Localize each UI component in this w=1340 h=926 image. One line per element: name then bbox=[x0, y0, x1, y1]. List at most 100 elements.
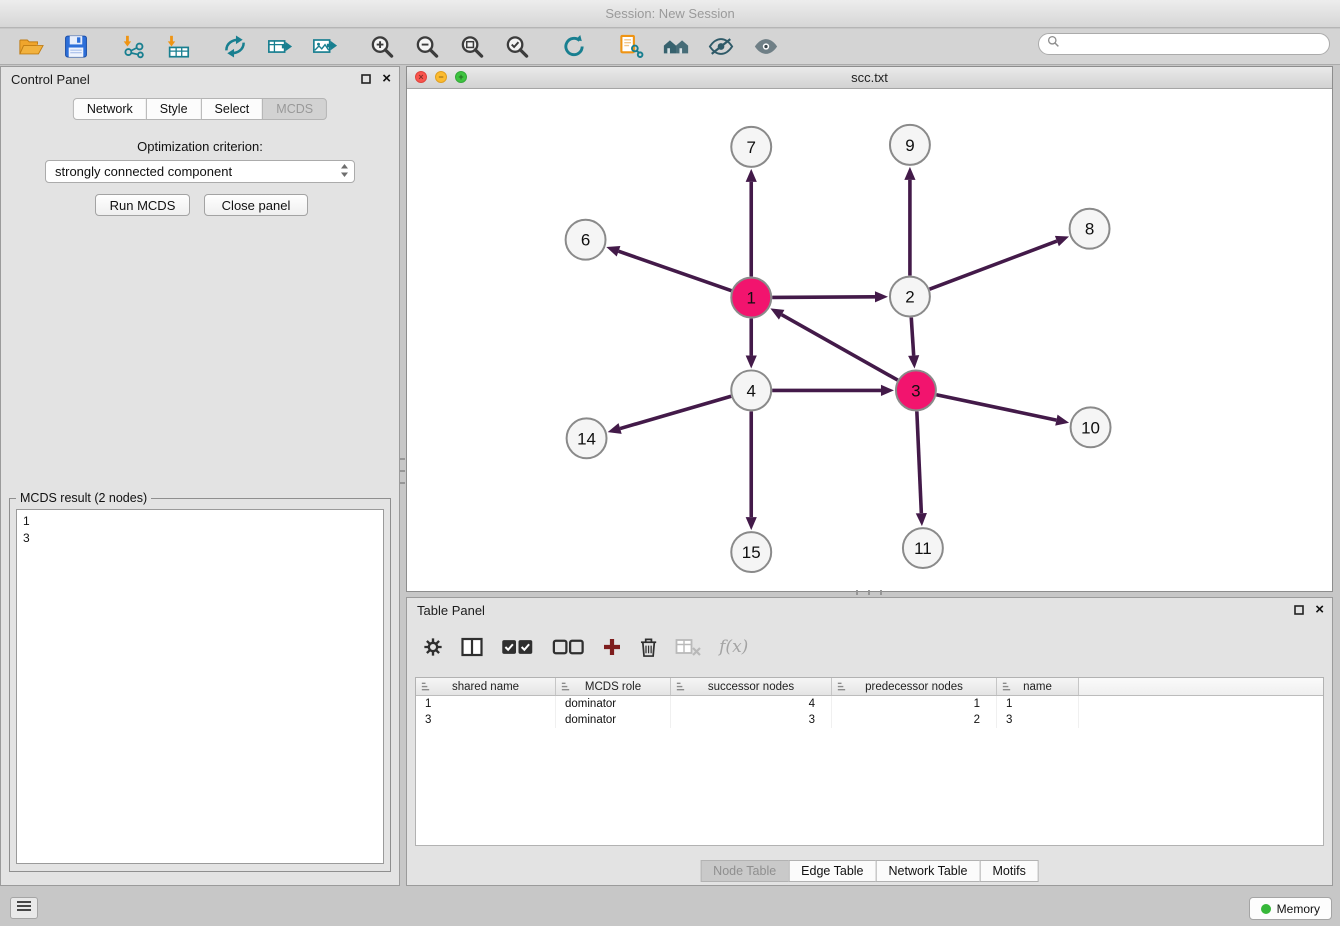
tab-network-table[interactable]: Network Table bbox=[876, 860, 981, 882]
window-titlebar: Session: New Session bbox=[0, 0, 1340, 28]
window-minimize-icon[interactable]: − bbox=[435, 71, 447, 83]
tab-mcds[interactable]: MCDS bbox=[262, 98, 327, 120]
edge-arrow-3-11 bbox=[916, 513, 927, 526]
control-panel-close-icon[interactable]: × bbox=[382, 72, 391, 85]
memory-status-dot bbox=[1261, 904, 1271, 914]
edge-arrow-4-14 bbox=[608, 423, 622, 434]
search-input[interactable] bbox=[1065, 37, 1321, 51]
edge-1-2[interactable] bbox=[772, 297, 875, 298]
tab-style[interactable]: Style bbox=[146, 98, 202, 120]
table-row[interactable]: 3dominator323 bbox=[416, 712, 1323, 728]
memory-button[interactable]: Memory bbox=[1249, 897, 1332, 920]
zoom-in-icon[interactable] bbox=[368, 33, 395, 60]
trash-icon[interactable] bbox=[640, 637, 657, 657]
horizontal-divider-handle[interactable] bbox=[856, 590, 882, 595]
mcds-result-list[interactable]: 13 bbox=[16, 509, 384, 864]
eye-icon[interactable] bbox=[752, 33, 779, 60]
edge-arrow-2-3 bbox=[908, 355, 919, 368]
edge-4-14[interactable] bbox=[620, 396, 731, 428]
control-panel-title: Control Panel bbox=[11, 72, 90, 87]
column-header-shared-name[interactable]: shared name bbox=[416, 678, 556, 695]
tab-node-table[interactable]: Node Table bbox=[700, 860, 789, 882]
sort-icon bbox=[560, 681, 571, 692]
node-label-11: 11 bbox=[914, 539, 932, 558]
network-window-titlebar[interactable]: ×−+ scc.txt bbox=[407, 67, 1332, 89]
tab-network[interactable]: Network bbox=[73, 98, 147, 120]
window-close-icon[interactable]: × bbox=[415, 71, 427, 83]
column-header-MCDS-role[interactable]: MCDS role bbox=[556, 678, 671, 695]
column-header-predecessor-nodes[interactable]: predecessor nodes bbox=[832, 678, 997, 695]
gear-icon[interactable] bbox=[423, 637, 443, 657]
edge-3-1[interactable] bbox=[782, 315, 898, 380]
traffic-lights: ×−+ bbox=[415, 71, 467, 83]
network-canvas[interactable]: 1234678910111415 bbox=[407, 89, 1332, 591]
refresh-icon[interactable] bbox=[560, 33, 587, 60]
application-window: Session: New Session Control Panel × Net… bbox=[0, 0, 1340, 926]
edge-1-6[interactable] bbox=[619, 251, 732, 290]
node-label-4: 4 bbox=[747, 381, 756, 400]
window-zoom-icon[interactable]: + bbox=[455, 71, 467, 83]
edge-arrow-2-8 bbox=[1055, 236, 1069, 246]
edge-3-10[interactable] bbox=[936, 395, 1056, 420]
network-view-window: ×−+ scc.txt 1234678910111415 bbox=[406, 66, 1333, 592]
node-label-6: 6 bbox=[581, 231, 590, 250]
column-header-label: name bbox=[1023, 681, 1052, 693]
show-panels-button[interactable] bbox=[10, 897, 38, 919]
float-panel-icon[interactable] bbox=[361, 74, 371, 84]
table-cell: 1 bbox=[832, 696, 997, 712]
edge-2-8[interactable] bbox=[930, 241, 1057, 289]
table-cell: dominator bbox=[556, 712, 671, 728]
table-row[interactable]: 1dominator411 bbox=[416, 696, 1323, 712]
columns-icon[interactable] bbox=[461, 637, 483, 657]
zoom-selected-icon[interactable] bbox=[503, 33, 530, 60]
network-window-title: scc.txt bbox=[407, 67, 1332, 88]
result-line: 1 bbox=[23, 513, 377, 530]
edge-arrow-1-6 bbox=[606, 246, 620, 257]
column-header-name[interactable]: name bbox=[997, 678, 1079, 695]
toolbar-group bbox=[359, 33, 539, 60]
memory-button-label: Memory bbox=[1277, 902, 1320, 916]
edge-arrow-4-3 bbox=[881, 385, 894, 396]
window-title: Session: New Session bbox=[605, 6, 734, 21]
save-session-icon[interactable] bbox=[62, 33, 89, 60]
tab-select[interactable]: Select bbox=[201, 98, 264, 120]
export-table-icon[interactable] bbox=[266, 33, 293, 60]
import-table-icon[interactable] bbox=[164, 33, 191, 60]
home-icon[interactable] bbox=[662, 33, 689, 60]
node-label-9: 9 bbox=[905, 136, 914, 155]
toolbar-group bbox=[110, 33, 200, 60]
delete-column-icon bbox=[675, 637, 701, 657]
vertical-divider-handle[interactable] bbox=[400, 458, 405, 484]
control-panel-window-buttons: × bbox=[361, 72, 391, 85]
close-panel-button[interactable]: Close panel bbox=[204, 194, 308, 216]
sort-icon bbox=[836, 681, 847, 692]
edge-3-11[interactable] bbox=[917, 411, 922, 513]
zoom-fit-icon[interactable] bbox=[458, 33, 485, 60]
add-icon[interactable] bbox=[602, 637, 622, 657]
column-header-successor-nodes[interactable]: successor nodes bbox=[671, 678, 832, 695]
list-icon bbox=[16, 899, 32, 917]
node-label-14: 14 bbox=[577, 429, 596, 448]
select-all-icon[interactable] bbox=[501, 637, 534, 657]
edge-arrow-1-4 bbox=[746, 355, 757, 368]
import-network-icon[interactable] bbox=[119, 33, 146, 60]
hide-icon[interactable] bbox=[707, 33, 734, 60]
export-image-icon[interactable] bbox=[311, 33, 338, 60]
criterion-dropdown[interactable]: strongly connected component bbox=[45, 160, 355, 183]
export-network-icon[interactable] bbox=[221, 33, 248, 60]
zoom-out-icon[interactable] bbox=[413, 33, 440, 60]
edge-2-3[interactable] bbox=[911, 318, 913, 356]
unselect-all-icon[interactable] bbox=[552, 637, 585, 657]
tab-motifs[interactable]: Motifs bbox=[979, 860, 1038, 882]
search-box[interactable] bbox=[1038, 33, 1330, 55]
table-panel-close-icon[interactable]: × bbox=[1315, 603, 1324, 616]
network-graph-svg: 1234678910111415 bbox=[407, 89, 1332, 591]
toolbar-group bbox=[8, 33, 98, 60]
float-table-panel-icon[interactable] bbox=[1294, 605, 1304, 615]
tab-edge-table[interactable]: Edge Table bbox=[788, 860, 876, 882]
run-mcds-button[interactable]: Run MCDS bbox=[95, 194, 190, 216]
network-from-selection-icon[interactable] bbox=[617, 33, 644, 60]
table-panel: Table Panel × f(x) shared nameMCDS roles… bbox=[406, 597, 1333, 886]
open-session-icon[interactable] bbox=[17, 33, 44, 60]
edge-arrow-1-7 bbox=[746, 169, 757, 182]
